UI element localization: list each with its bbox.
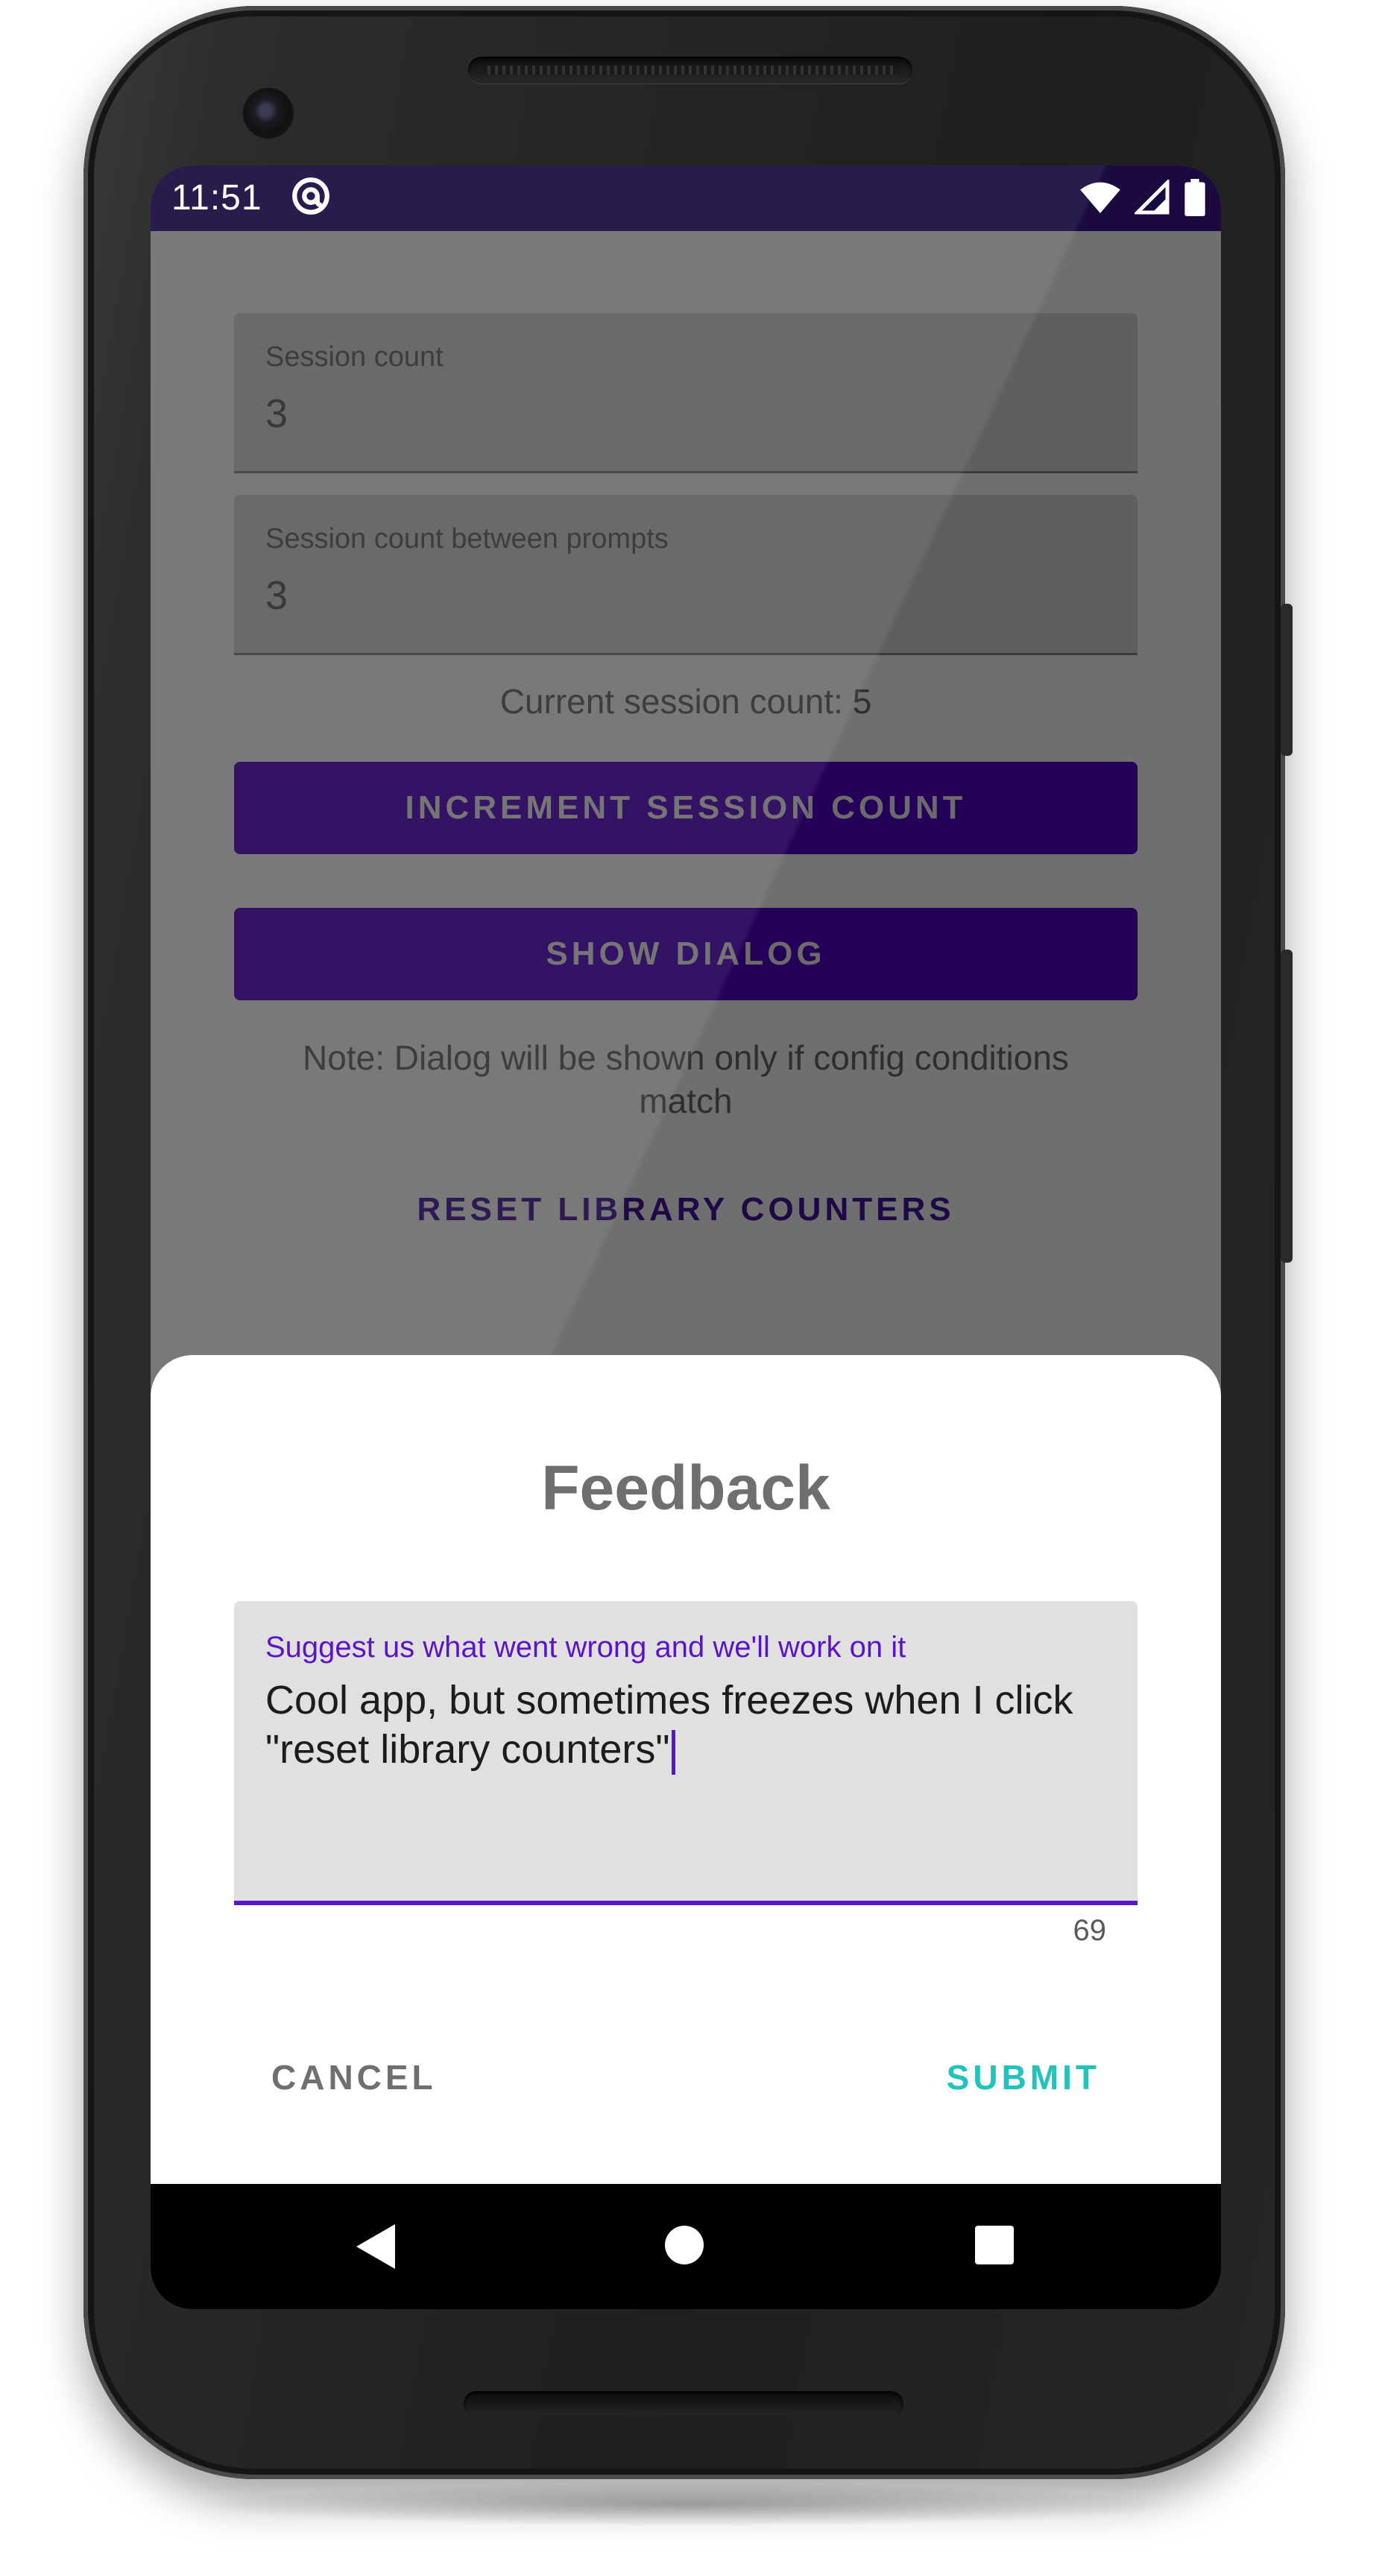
status-bar: 11:51 <box>151 165 1221 231</box>
show-dialog-button[interactable]: SHOW DIALOG <box>234 908 1138 1000</box>
phone-shadow <box>194 2482 1185 2527</box>
recents-icon[interactable] <box>975 2226 1014 2264</box>
session-count-label: Session count <box>265 341 444 373</box>
front-camera <box>243 88 294 139</box>
bottom-speaker <box>464 2391 903 2416</box>
text-cursor <box>671 1729 675 1775</box>
navigation-bar <box>151 2184 1221 2309</box>
feedback-input-text-wrap: Cool app, but sometimes freezes when I c… <box>265 1676 1100 1775</box>
current-session-text: Current session count: 5 <box>499 682 872 721</box>
session-between-label: Session count between prompts <box>265 523 669 555</box>
feedback-input-hint: Suggest us what went wrong and we'll wor… <box>265 1631 906 1664</box>
earpiece-speaker <box>468 57 912 83</box>
status-icons <box>1079 179 1206 216</box>
at-sign-icon <box>292 177 329 215</box>
home-icon[interactable] <box>665 2226 704 2264</box>
signal-icon <box>1135 180 1170 215</box>
character-counter: 69 <box>1073 1914 1107 1947</box>
power-button <box>1281 604 1293 756</box>
feedback-title: Feedback <box>541 1453 830 1523</box>
feedback-input[interactable]: Suggest us what went wrong and we'll wor… <box>234 1601 1138 1905</box>
volume-button <box>1281 950 1293 1263</box>
feedback-sheet: Feedback Suggest us what went wrong and … <box>151 1355 1221 2184</box>
session-between-value: 3 <box>265 573 288 618</box>
session-count-value: 3 <box>265 391 288 436</box>
reset-counters-button[interactable]: RESET LIBRARY COUNTERS <box>151 1191 1221 1228</box>
battery-icon <box>1184 179 1205 216</box>
status-time: 11:51 <box>171 178 262 218</box>
session-count-field[interactable]: Session count 3 <box>234 313 1138 473</box>
feedback-input-value: Cool app, but sometimes freezes when I c… <box>265 1678 1073 1772</box>
cancel-button[interactable]: CANCEL <box>271 2057 437 2097</box>
dialog-note: Note: Dialog will be shown only if confi… <box>303 1038 1069 1120</box>
session-between-field[interactable]: Session count between prompts 3 <box>234 495 1138 655</box>
back-icon[interactable] <box>353 2224 395 2269</box>
increment-session-button[interactable]: INCREMENT SESSION COUNT <box>234 762 1138 854</box>
phone-screen: 11:51 Session count 3 Session count betw… <box>151 165 1221 2309</box>
wifi-icon <box>1080 182 1120 213</box>
submit-button[interactable]: SUBMIT <box>947 2057 1100 2097</box>
